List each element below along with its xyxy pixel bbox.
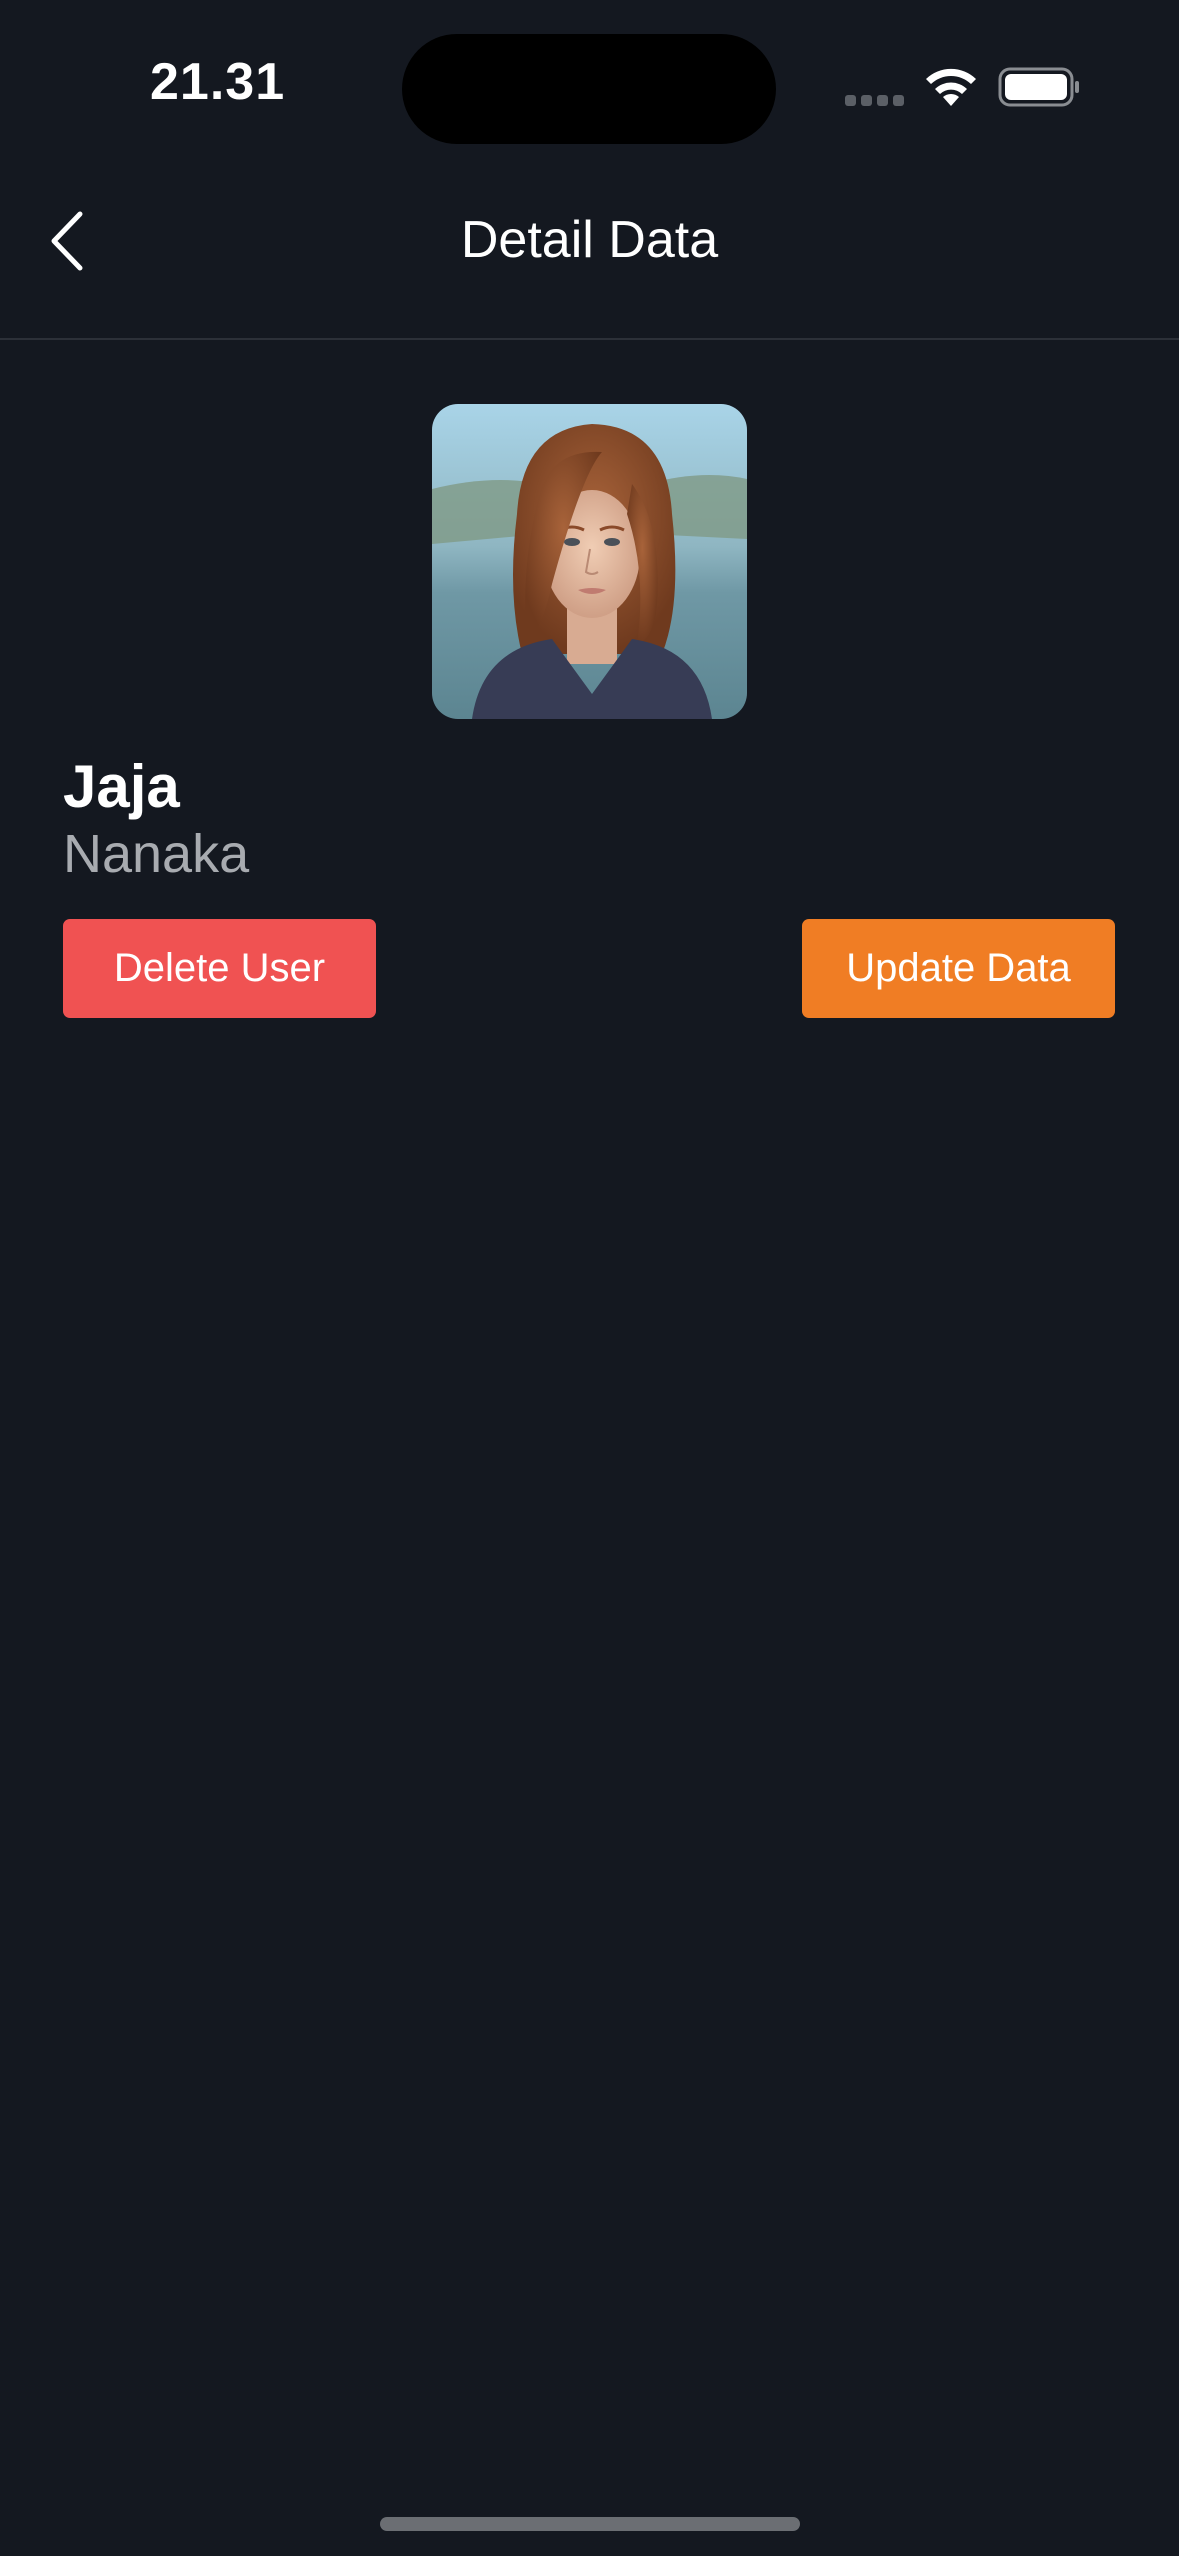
- avatar-photo: [432, 404, 747, 719]
- wifi-icon: [926, 68, 976, 106]
- user-last-name: Nanaka: [63, 824, 250, 884]
- dynamic-island: [402, 34, 776, 144]
- home-indicator[interactable]: [380, 2517, 800, 2531]
- page-title: Detail Data: [460, 211, 719, 269]
- update-data-button[interactable]: Update Data: [802, 919, 1115, 1018]
- battery-icon: [998, 67, 1079, 107]
- nav-bar: Detail Data: [0, 170, 1179, 340]
- status-time: 21.31: [150, 53, 286, 111]
- user-first-name: Jaja: [63, 753, 180, 820]
- status-bar: 21.31: [0, 0, 1179, 170]
- delete-user-button[interactable]: Delete User: [63, 919, 376, 1018]
- signal-dots-icon: [845, 95, 905, 107]
- avatar: [432, 404, 747, 719]
